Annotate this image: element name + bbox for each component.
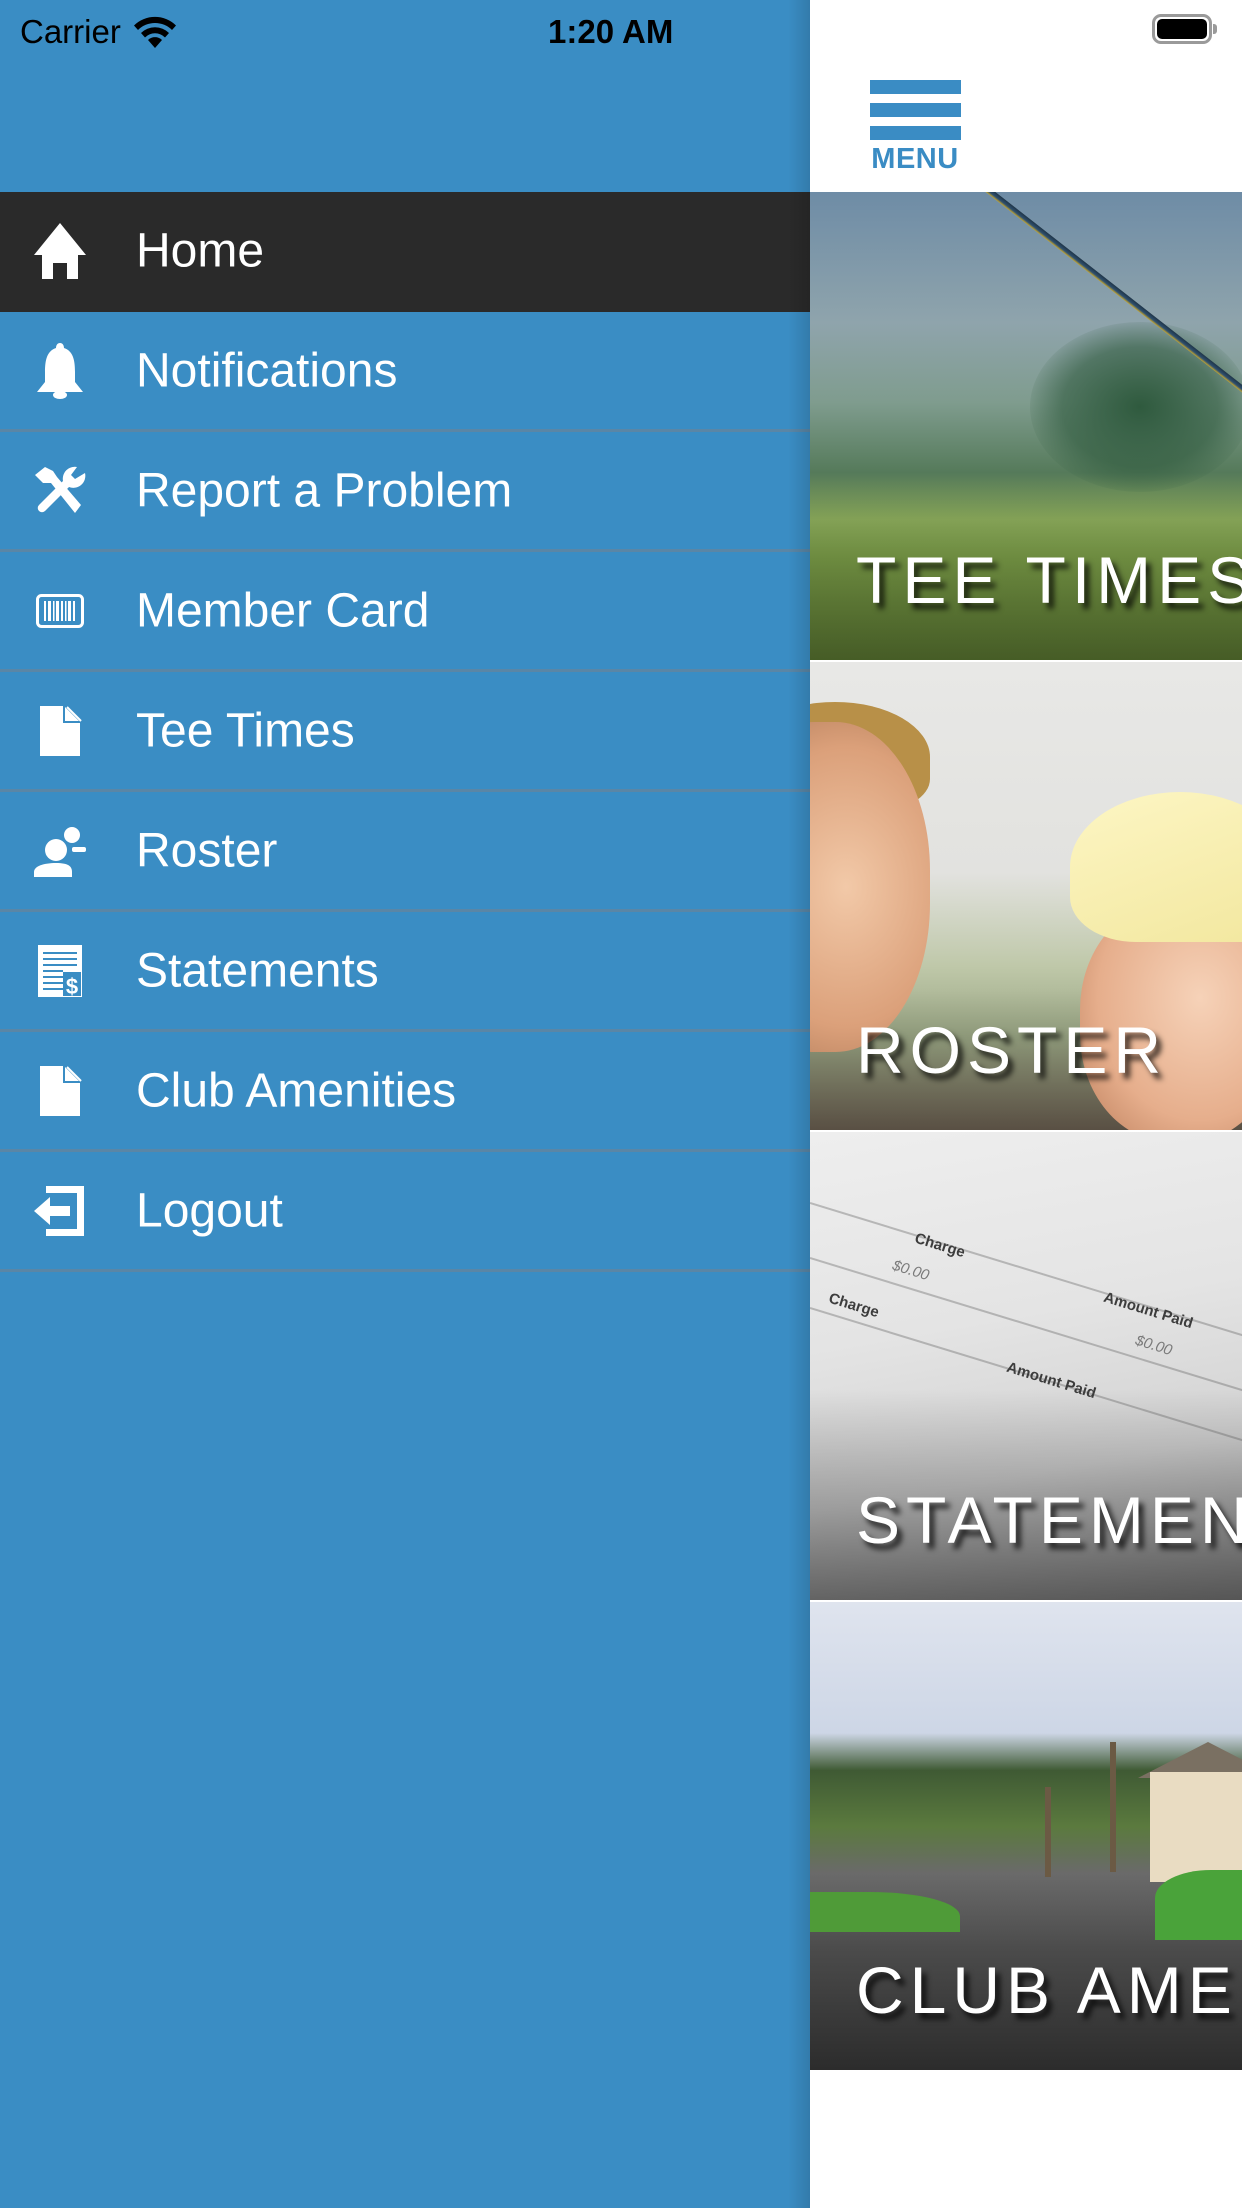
tile-image-text: Charge <box>912 1229 968 1262</box>
status-time: 1:20 AM <box>548 13 674 50</box>
drawer-item-label: Notifications <box>136 344 398 397</box>
side-drawer: Carrier 1:20 AM Home Notifications Repor… <box>0 0 810 2208</box>
tile-label: ROSTER <box>856 1013 1168 1087</box>
home-icon <box>28 219 92 283</box>
tile-image-text: $0.00 <box>890 1256 932 1285</box>
logout-icon <box>28 1179 92 1243</box>
tile-label: STATEMENTS <box>856 1483 1242 1557</box>
drawer-item-club-amenities[interactable]: Club Amenities <box>0 1032 810 1152</box>
barcode-icon <box>28 579 92 643</box>
tile-image-text: Amount Paid <box>1101 1288 1195 1333</box>
users-icon <box>28 819 92 883</box>
drawer-item-label: Statements <box>136 944 379 997</box>
drawer-item-label: Home <box>136 224 265 277</box>
drawer-item-label: Report a Problem <box>136 464 513 517</box>
carrier-label: Carrier <box>20 13 121 50</box>
tile-image-lawn <box>1155 1870 1242 1940</box>
tile-list: TEE TIMES ROSTER Charge $0.00 Amount Pai… <box>810 192 1242 2072</box>
tile-image-text: $0.00 <box>1133 1331 1175 1360</box>
tile-image-palm <box>1110 1742 1116 1872</box>
tile-statements[interactable]: Charge $0.00 Amount Paid $0.00 Charge Am… <box>810 1132 1242 1600</box>
drawer-item-label: Member Card <box>136 584 430 637</box>
bell-icon <box>28 339 92 403</box>
wifi-icon <box>133 15 177 49</box>
drawer-item-label: Logout <box>136 1184 283 1237</box>
tile-image-tree <box>1030 322 1242 492</box>
tile-image-clubhouse <box>1150 1772 1242 1882</box>
battery-full-icon <box>1152 14 1217 46</box>
drawer-item-logout[interactable]: Logout <box>0 1152 810 1272</box>
tools-icon <box>28 459 92 523</box>
tile-roster[interactable]: ROSTER <box>810 662 1242 1130</box>
drawer-item-notifications[interactable]: Notifications <box>0 312 810 432</box>
drawer-item-statements[interactable]: $ Statements <box>0 912 810 1032</box>
statement-dollar-icon: $ <box>28 939 92 1003</box>
drawer-item-label: Tee Times <box>136 704 355 757</box>
menu-button[interactable]: MENU <box>869 80 961 174</box>
tile-club-amenities[interactable]: CLUB AMENITIES <box>810 1602 1242 2070</box>
tile-image-cap <box>1070 792 1242 942</box>
drawer-item-label: Club Amenities <box>136 1064 457 1117</box>
drawer-item-label: Roster <box>136 824 278 877</box>
app-header: MENU <box>810 0 1242 192</box>
hamburger-icon <box>869 80 961 94</box>
drawer-menu: Home Notifications Report a Problem Memb… <box>0 192 810 1272</box>
tile-image-text: Amount Paid <box>1004 1358 1098 1403</box>
tile-image-palm <box>1045 1787 1051 1877</box>
status-bar-left: Carrier <box>20 12 177 52</box>
document-icon <box>28 1059 92 1123</box>
drawer-item-home[interactable]: Home <box>0 192 810 312</box>
drawer-item-report-a-problem[interactable]: Report a Problem <box>0 432 810 552</box>
hamburger-bar <box>869 103 961 117</box>
document-icon <box>28 699 92 763</box>
svg-text:$: $ <box>66 974 78 998</box>
drawer-item-member-card[interactable]: Member Card <box>0 552 810 672</box>
tile-tee-times[interactable]: TEE TIMES <box>810 192 1242 660</box>
hamburger-bar <box>869 126 961 140</box>
tile-label: TEE TIMES <box>856 543 1242 617</box>
menu-label: MENU <box>871 143 959 175</box>
tile-label: CLUB AMENITIES <box>856 1953 1242 2027</box>
home-screen: MENU TEE TIMES ROSTER Charge $0.00 Amoun… <box>810 0 1242 2208</box>
tile-image-lawn <box>810 1892 960 1932</box>
drawer-item-roster[interactable]: Roster <box>0 792 810 912</box>
drawer-item-tee-times[interactable]: Tee Times <box>0 672 810 792</box>
